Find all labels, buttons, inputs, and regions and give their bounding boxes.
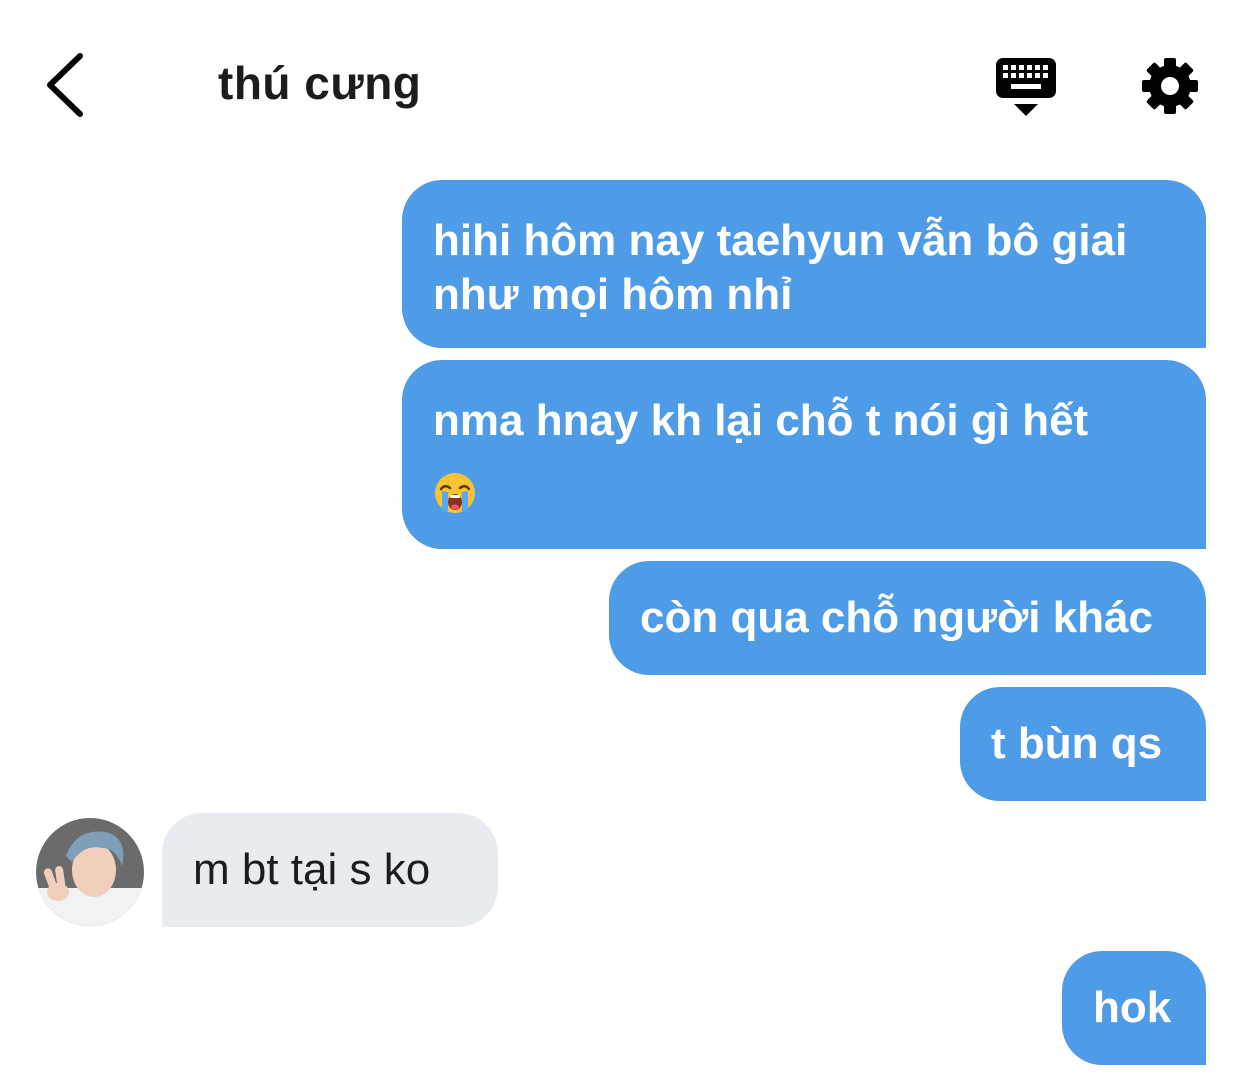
back-button[interactable] xyxy=(36,50,96,120)
gear-icon xyxy=(1142,58,1198,114)
sent-message[interactable]: nma hnay kh lại chỗ t nói gì hết xyxy=(402,360,1206,549)
settings-button[interactable] xyxy=(1138,54,1202,118)
sent-message[interactable]: t bùn qs xyxy=(960,687,1206,801)
received-message[interactable]: m bt tại s ko xyxy=(162,813,498,927)
keyboard-icon xyxy=(996,58,1056,116)
contact-avatar[interactable] xyxy=(36,818,144,926)
message-text: hok xyxy=(1093,983,1172,1032)
message-text: t bùn qs xyxy=(991,719,1163,768)
message-text: nma hnay kh lại chỗ t nói gì hết xyxy=(433,396,1089,445)
chat-header: thú cưng xyxy=(0,0,1242,160)
message-text: còn qua chỗ người khác xyxy=(640,593,1153,642)
message-text: m bt tại s ko xyxy=(193,845,431,894)
message-text: hihi hôm nay taehyun vẫn bô giai như mọi… xyxy=(433,216,1128,319)
loudly-crying-face-icon xyxy=(435,473,475,514)
chevron-left-icon xyxy=(47,53,83,117)
conversation-title: thú cưng xyxy=(218,57,422,109)
keyboard-toggle-button[interactable] xyxy=(994,56,1058,120)
sent-message[interactable]: còn qua chỗ người khác xyxy=(609,561,1206,675)
sent-message[interactable]: hok xyxy=(1062,951,1206,1065)
sent-message[interactable]: hihi hôm nay taehyun vẫn bô giai như mọi… xyxy=(402,180,1206,348)
avatar-photo xyxy=(36,818,144,926)
